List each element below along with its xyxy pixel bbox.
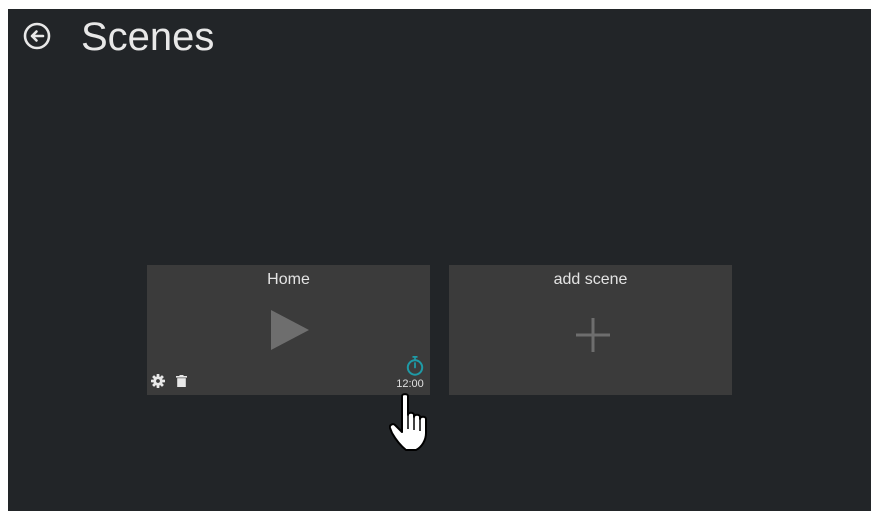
page-title: Scenes: [81, 15, 215, 59]
plus-icon[interactable]: [576, 318, 610, 352]
trash-icon[interactable]: [176, 375, 187, 387]
scene-label: Home: [267, 271, 310, 288]
timer-time: 12:00: [396, 378, 424, 390]
add-scene-label: add scene: [553, 271, 628, 288]
scene-tile-home[interactable]: Home 12:00: [147, 265, 430, 395]
back-arrow-circle-icon[interactable]: [22, 21, 52, 51]
stopwatch-icon[interactable]: [406, 356, 424, 376]
add-scene-tile[interactable]: add scene: [449, 265, 732, 395]
hand-cursor-icon: [389, 393, 427, 451]
play-icon[interactable]: [271, 310, 309, 350]
gear-icon[interactable]: [151, 374, 165, 388]
scenes-screen: Scenes Home 12:00 add scene: [8, 9, 871, 511]
